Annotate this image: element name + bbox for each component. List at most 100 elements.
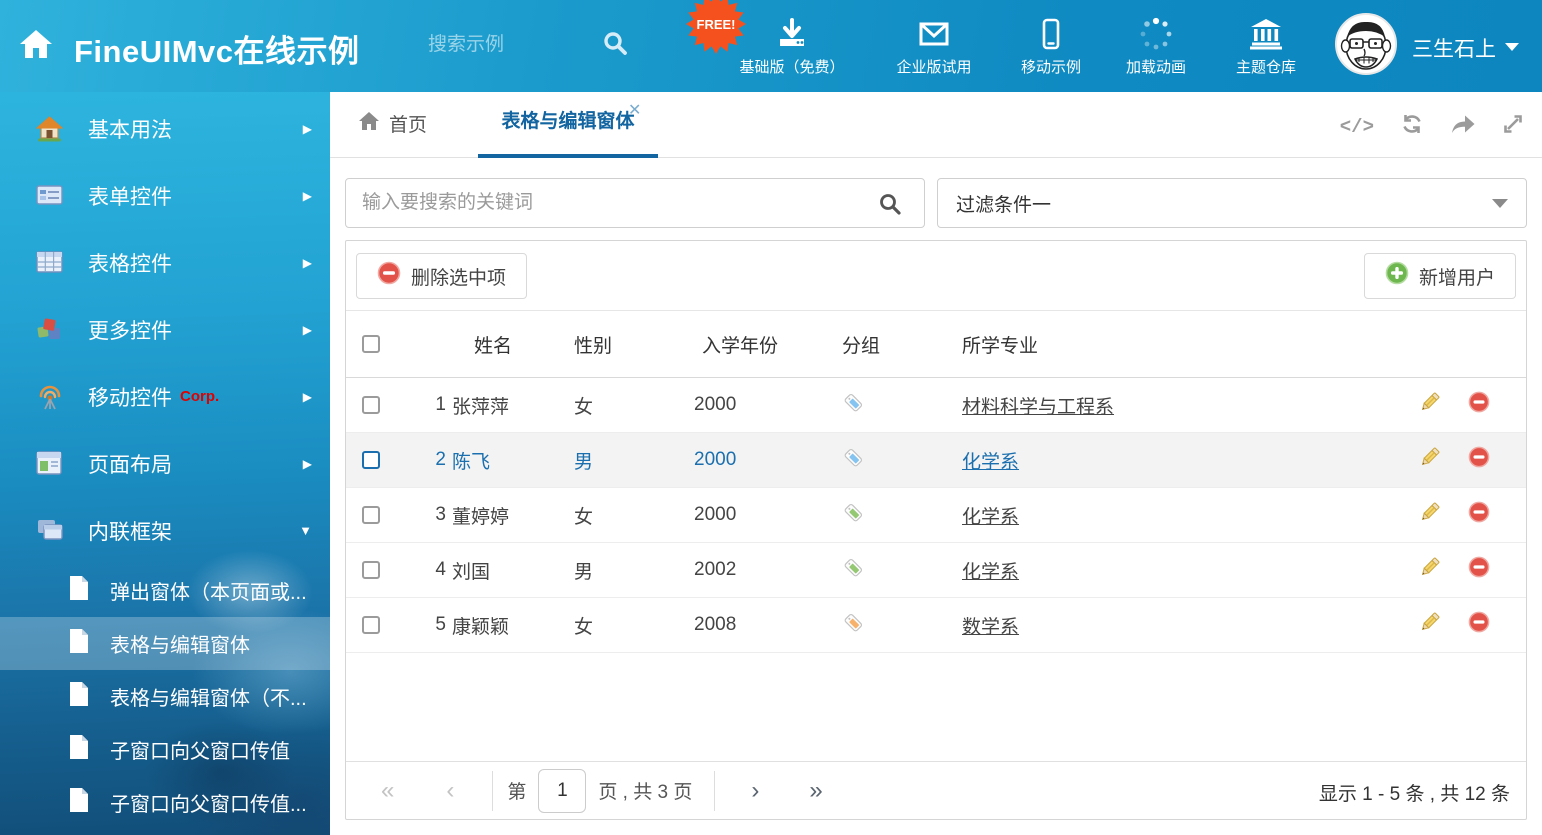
header-search-input[interactable] — [428, 28, 588, 62]
table-row[interactable]: 4 刘国 男 2002 化学系 — [346, 543, 1526, 598]
sidebar-subitem-child-to-parent[interactable]: 子窗口向父窗口传值 — [0, 723, 330, 776]
file-icon — [68, 787, 90, 819]
delete-minus-icon[interactable] — [1468, 556, 1490, 584]
cell-name: 张萍萍 — [452, 392, 574, 419]
sidebar-item-form-controls[interactable]: 表单控件 ▶ — [0, 162, 330, 229]
table-row[interactable]: 1 张萍萍 女 2000 材料科学与工程系 — [346, 378, 1526, 433]
nav-label: 加载动画 — [1126, 56, 1186, 77]
next-page-button[interactable]: › — [751, 779, 759, 803]
row-checkbox[interactable] — [362, 451, 380, 469]
tab-home[interactable]: 首页 — [358, 110, 427, 137]
edit-pencil-icon[interactable] — [1418, 500, 1442, 530]
chevron-down-icon[interactable] — [1505, 43, 1519, 51]
file-icon — [68, 681, 90, 713]
major-link[interactable]: 数学系 — [962, 617, 1019, 638]
page-number-input[interactable] — [538, 769, 586, 813]
cell-year: 2000 — [694, 504, 842, 526]
sidebar-item-page-layout[interactable]: 页面布局 ▶ — [0, 430, 330, 497]
search-icon[interactable] — [878, 192, 902, 221]
cell-gender: 女 — [574, 612, 694, 639]
row-checkbox[interactable] — [362, 506, 380, 524]
header-cell-major: 所学专业 — [962, 331, 1386, 358]
sidebar-subitem-grid-edit-window-2[interactable]: 表格与编辑窗体（不... — [0, 670, 330, 723]
sidebar-item-mobile-controls[interactable]: 移动控件 Corp. ▶ — [0, 363, 330, 430]
search-icon[interactable] — [602, 30, 628, 61]
row-number: 1 — [410, 394, 452, 416]
row-checkbox[interactable] — [362, 561, 380, 579]
cell-year: 2002 — [694, 559, 842, 581]
home-icon[interactable] — [18, 26, 54, 67]
cell-gender: 男 — [574, 447, 694, 474]
delete-minus-icon[interactable] — [1468, 611, 1490, 639]
share-icon[interactable] — [1450, 112, 1476, 141]
prev-page-button[interactable]: ‹ — [446, 779, 454, 803]
home-icon — [36, 116, 66, 142]
cell-year: 2008 — [694, 614, 842, 636]
app-title: FineUIMvc在线示例 — [74, 26, 360, 71]
sidebar-item-more-controls[interactable]: 更多控件 ▶ — [0, 296, 330, 363]
edit-pencil-icon[interactable] — [1418, 555, 1442, 585]
nav-item-theme-store[interactable]: 主题仓库 — [1218, 0, 1314, 92]
add-user-button[interactable]: 新增用户 — [1364, 253, 1516, 299]
home-icon — [358, 111, 380, 137]
nav-item-basic-edition[interactable]: 基础版（免费） — [722, 0, 862, 92]
tab-label: 首页 — [389, 110, 427, 137]
major-link[interactable]: 材料科学与工程系 — [962, 397, 1114, 418]
table-row[interactable]: 3 董婷婷 女 2000 化学系 — [346, 488, 1526, 543]
delete-minus-icon[interactable] — [1468, 446, 1490, 474]
sidebar-item-basic-usage[interactable]: 基本用法 ▶ — [0, 95, 330, 162]
tag-icon — [842, 618, 865, 639]
row-checkbox[interactable] — [362, 396, 380, 414]
sidebar-item-label: 更多控件 — [88, 315, 172, 345]
page-prefix: 第 — [507, 777, 526, 804]
edit-pencil-icon[interactable] — [1418, 610, 1442, 640]
nav-item-enterprise-trial[interactable]: 企业版试用 — [878, 0, 990, 92]
view-source-icon[interactable]: </> — [1340, 116, 1374, 138]
first-page-button[interactable]: « — [381, 779, 394, 803]
filter-dropdown[interactable]: 过滤条件一 — [937, 178, 1527, 228]
cell-group — [842, 501, 962, 530]
sidebar-subitem-child-to-parent-2[interactable]: 子窗口向父窗口传值... — [0, 776, 330, 829]
refresh-icon[interactable] — [1400, 112, 1424, 141]
nav-item-loading-animations[interactable]: 加载动画 — [1110, 0, 1202, 92]
chevron-right-icon: ▶ — [303, 122, 312, 136]
keyword-search-input[interactable] — [345, 178, 925, 228]
edit-pencil-icon[interactable] — [1418, 445, 1442, 475]
frames-icon — [36, 518, 66, 544]
divider — [492, 771, 493, 811]
file-icon — [68, 734, 90, 766]
delete-minus-icon[interactable] — [1468, 391, 1490, 419]
edit-pencil-icon[interactable] — [1418, 390, 1442, 420]
major-link[interactable]: 化学系 — [962, 507, 1019, 528]
sidebar-subitem-grid-edit-window[interactable]: 表格与编辑窗体 — [0, 617, 330, 670]
cell-group — [842, 611, 962, 640]
divider — [714, 771, 715, 811]
user-name[interactable]: 三生石上 — [1412, 33, 1496, 63]
major-link[interactable]: 化学系 — [962, 452, 1019, 473]
pagination-bar: « ‹ 第 页 , 共 3 页 › » 显示 1 - 5 条 , 共 12 条 — [346, 761, 1526, 819]
table-row[interactable]: 5 康颖颖 女 2008 数学系 — [346, 598, 1526, 653]
avatar[interactable] — [1335, 13, 1397, 75]
close-icon[interactable]: ✕ — [628, 100, 641, 120]
select-all-checkbox[interactable] — [362, 335, 380, 353]
row-checkbox[interactable] — [362, 616, 380, 634]
spinner-icon — [1138, 14, 1174, 54]
mobile-icon — [1034, 14, 1068, 54]
sidebar-item-iframe[interactable]: 内联框架 ▼ — [0, 497, 330, 564]
header-cell-gender: 性别 — [574, 331, 694, 358]
page-suffix: 页 , 共 3 页 — [598, 777, 692, 804]
sidebar-item-label: 基本用法 — [88, 114, 172, 144]
sidebar-subitem-popup-window[interactable]: 弹出窗体（本页面或... — [0, 564, 330, 617]
file-icon — [68, 628, 90, 660]
sidebar-subitem-label: 表格与编辑窗体 — [110, 629, 250, 658]
grid-toolbar: 删除选中项 新增用户 — [346, 241, 1526, 311]
delete-minus-icon[interactable] — [1468, 501, 1490, 529]
table-row[interactable]: 2 陈飞 男 2000 化学系 — [346, 433, 1526, 488]
header-cell-checkbox — [346, 335, 410, 353]
expand-icon[interactable] — [1502, 113, 1524, 140]
sidebar-item-grid-controls[interactable]: 表格控件 ▶ — [0, 229, 330, 296]
nav-item-mobile-demos[interactable]: 移动示例 — [1005, 0, 1097, 92]
delete-selected-button[interactable]: 删除选中项 — [356, 253, 527, 299]
major-link[interactable]: 化学系 — [962, 562, 1019, 583]
last-page-button[interactable]: » — [809, 779, 822, 803]
